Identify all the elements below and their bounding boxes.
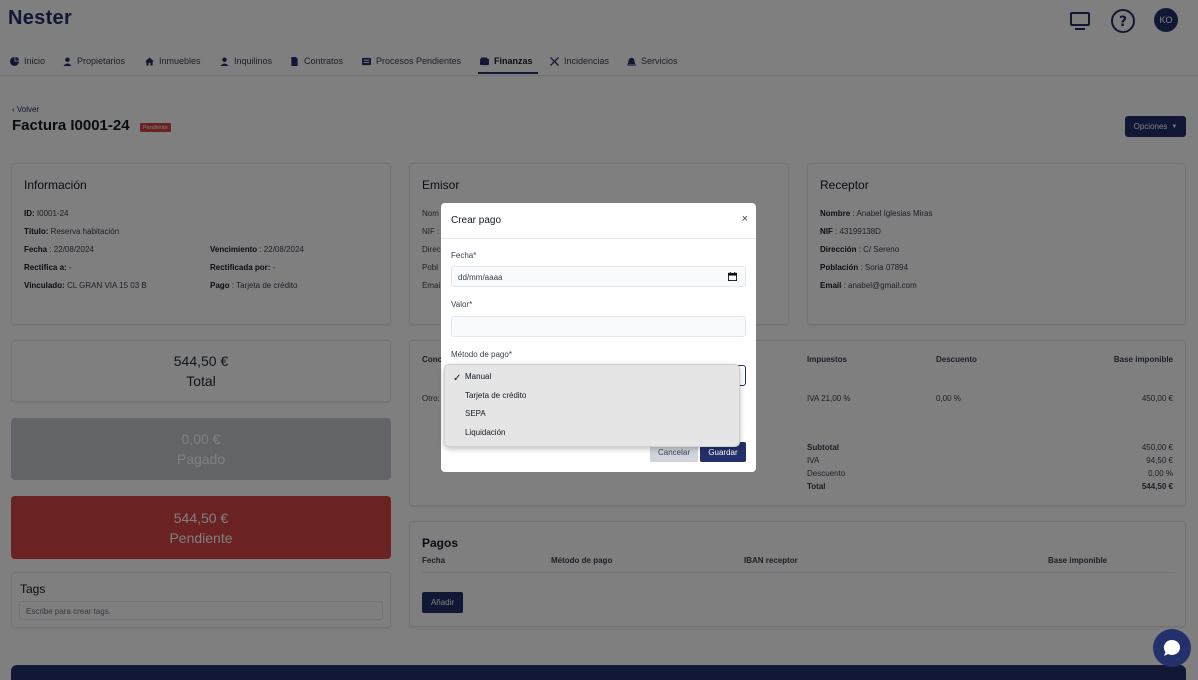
option-sepa[interactable]: SEPA [465,409,486,418]
valor-input[interactable] [451,316,746,337]
valor-label: Valor* [451,300,473,309]
fecha-placeholder: dd/mm/aaaa [458,273,503,282]
option-tarjeta-credito[interactable]: Tarjeta de crédito [465,391,526,400]
chat-button[interactable] [1153,629,1191,667]
checkmark-icon: ✓ [453,373,462,384]
fecha-label: Fecha* [451,251,477,260]
close-icon[interactable]: × [742,213,748,225]
modal-divider [441,238,756,239]
option-manual[interactable]: Manual [465,372,491,381]
metodo-pago-dropdown: ✓ Manual Tarjeta de crédito SEPA Liquida… [444,364,740,447]
calendar-icon[interactable] [728,272,737,281]
option-liquidacion[interactable]: Liquidación [465,428,505,437]
modal-title: Crear pago [451,215,502,226]
chat-bubble-icon [1163,639,1180,656]
fecha-input[interactable]: dd/mm/aaaa [451,266,746,287]
metodo-pago-label: Método de pago* [451,350,512,359]
